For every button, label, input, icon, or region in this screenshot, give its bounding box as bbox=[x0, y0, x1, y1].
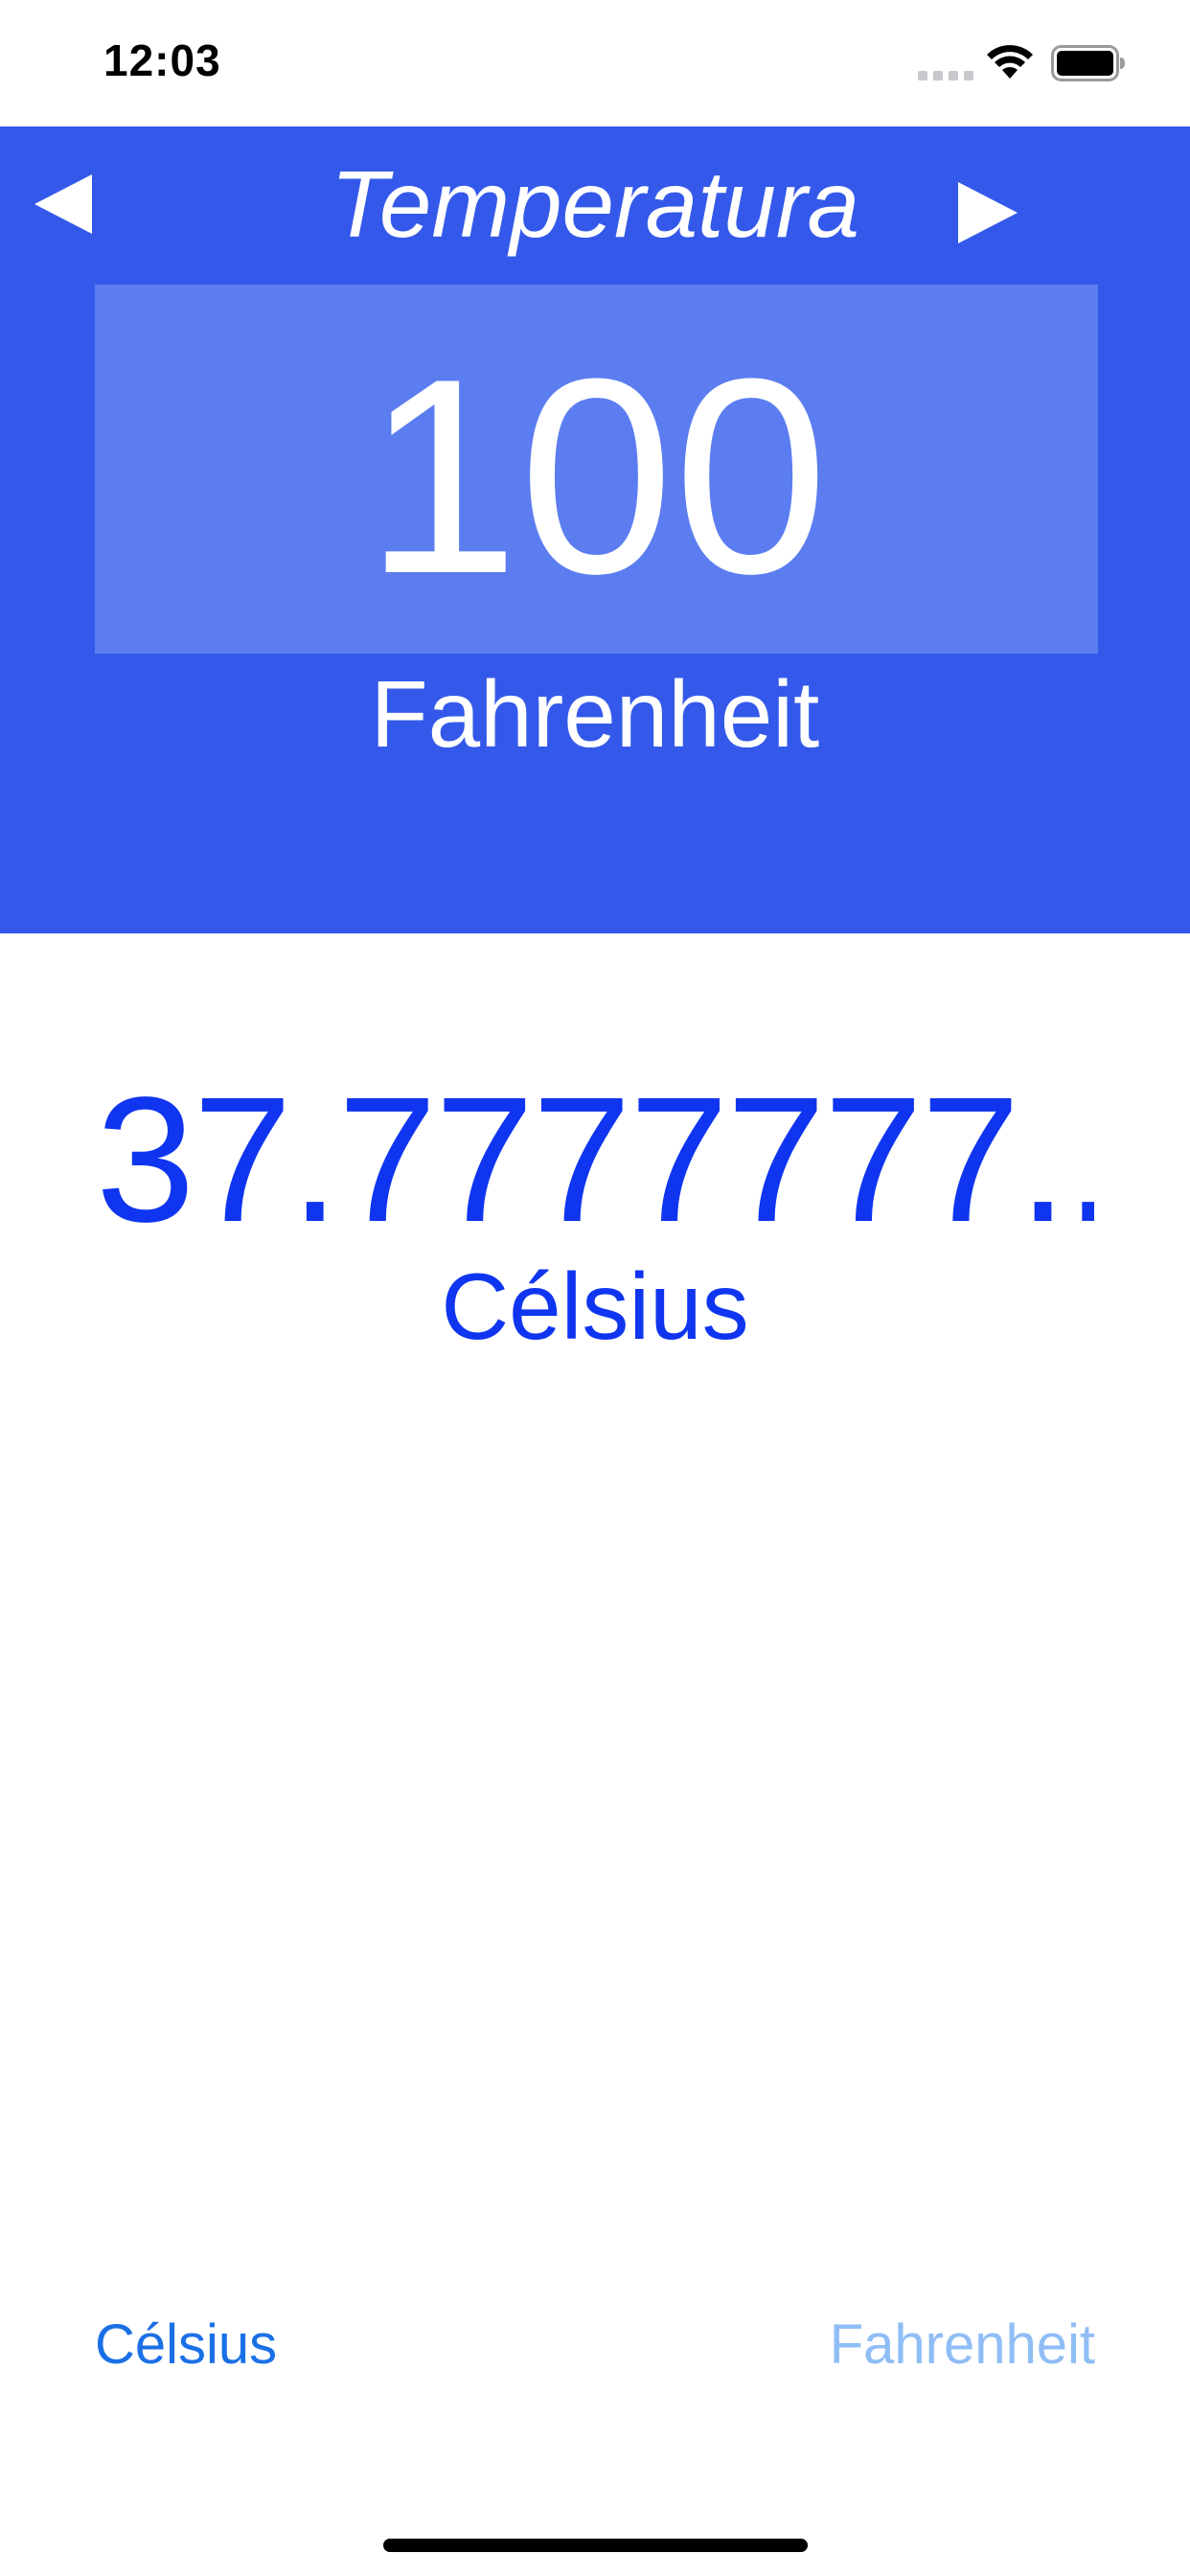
triangle-left-icon bbox=[34, 174, 92, 234]
triangle-right-icon bbox=[958, 182, 1018, 243]
result-value: 37.7777777... bbox=[96, 1071, 1094, 1250]
input-value-field[interactable]: 100 bbox=[95, 285, 1098, 654]
next-converter-button[interactable] bbox=[958, 182, 1019, 243]
converter-header: Temperatura 100 Fahrenheit bbox=[0, 126, 1190, 933]
app-screen: 12:03 Temperatura 100 Fahrenheit 37.7777… bbox=[0, 0, 1190, 2576]
wifi-icon bbox=[987, 45, 1033, 79]
result-unit-label: Célsius bbox=[441, 1254, 749, 1359]
status-time: 12:03 bbox=[103, 35, 221, 85]
battery-icon bbox=[1051, 45, 1125, 81]
input-unit-label: Fahrenheit bbox=[370, 661, 820, 767]
home-indicator[interactable] bbox=[383, 2539, 808, 2552]
previous-converter-button[interactable] bbox=[34, 174, 94, 234]
page-title: Temperatura bbox=[330, 151, 859, 257]
status-bar: 12:03 bbox=[0, 0, 1190, 126]
unit-option-fahrenheit[interactable]: Fahrenheit bbox=[830, 2314, 1095, 2376]
input-value: 100 bbox=[364, 320, 829, 632]
unit-option-celsius[interactable]: Célsius bbox=[95, 2314, 277, 2376]
signal-dots-icon bbox=[918, 71, 973, 80]
